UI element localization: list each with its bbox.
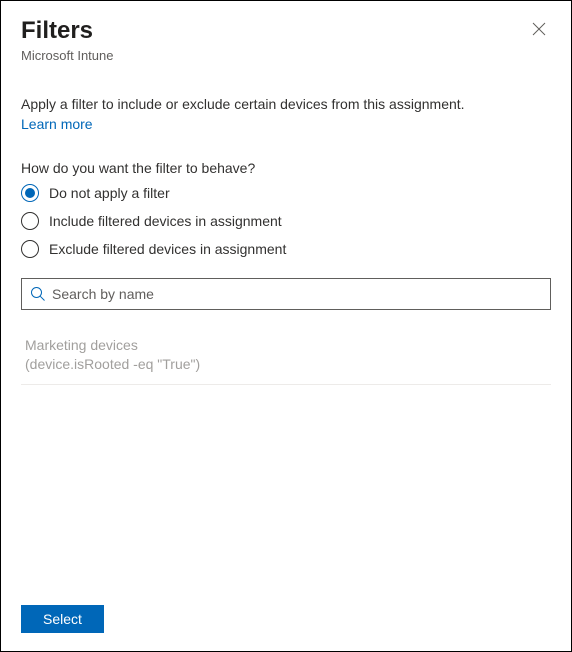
panel-title: Filters: [21, 17, 114, 46]
description-text: Apply a filter to include or exclude cer…: [21, 95, 551, 115]
learn-more-link[interactable]: Learn more: [21, 116, 93, 132]
behavior-label: How do you want the filter to behave?: [21, 160, 551, 176]
filter-item-name: Marketing devices: [25, 336, 547, 355]
spacer: [21, 385, 551, 591]
radio-label: Do not apply a filter: [49, 185, 170, 201]
behavior-radio-group: Do not apply a filter Include filtered d…: [21, 184, 551, 258]
filter-item-rule: (device.isRooted -eq "True"): [25, 355, 547, 374]
radio-icon: [21, 240, 39, 258]
header-text-block: Filters Microsoft Intune: [21, 17, 114, 63]
search-input[interactable]: [52, 286, 542, 302]
radio-option-none[interactable]: Do not apply a filter: [21, 184, 551, 202]
radio-label: Include filtered devices in assignment: [49, 213, 282, 229]
radio-icon: [21, 212, 39, 230]
close-icon: [532, 22, 546, 36]
radio-option-exclude[interactable]: Exclude filtered devices in assignment: [21, 240, 551, 258]
panel-body: Apply a filter to include or exclude cer…: [1, 71, 571, 591]
radio-icon: [21, 184, 39, 202]
filter-list-item[interactable]: Marketing devices (device.isRooted -eq "…: [21, 326, 551, 385]
search-icon: [30, 286, 46, 302]
select-button[interactable]: Select: [21, 605, 104, 633]
panel-header: Filters Microsoft Intune: [1, 1, 571, 71]
close-button[interactable]: [527, 17, 551, 41]
search-field[interactable]: [21, 278, 551, 310]
panel-subtitle: Microsoft Intune: [21, 48, 114, 63]
radio-option-include[interactable]: Include filtered devices in assignment: [21, 212, 551, 230]
panel-footer: Select: [1, 591, 571, 651]
radio-label: Exclude filtered devices in assignment: [49, 241, 286, 257]
